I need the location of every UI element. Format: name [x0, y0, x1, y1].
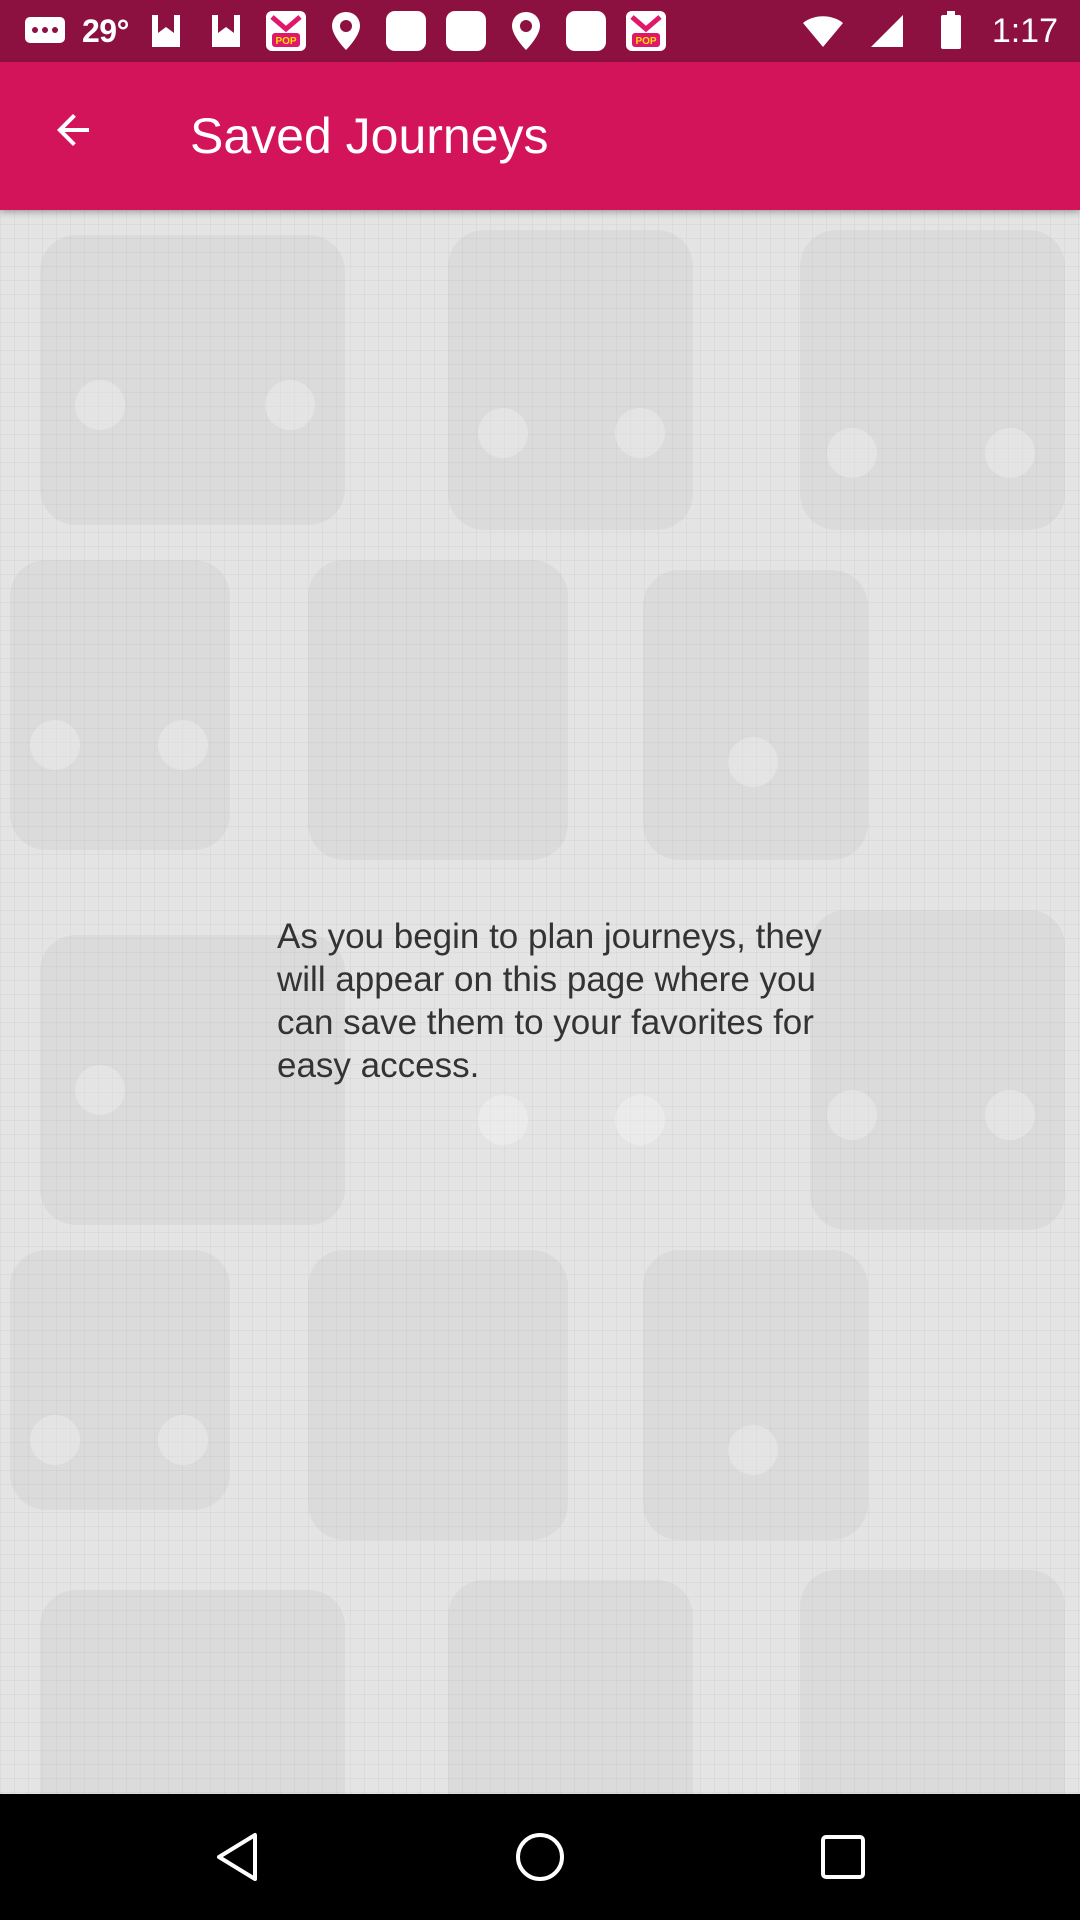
- status-bar: 29° POP POP 1:17: [0, 0, 1080, 62]
- nav-back-button[interactable]: [207, 1827, 267, 1887]
- app-icon: [443, 8, 489, 54]
- nav-home-button[interactable]: [510, 1827, 570, 1887]
- svg-text:POP: POP: [275, 36, 296, 47]
- message-icon: [22, 8, 68, 54]
- back-button[interactable]: [33, 90, 113, 170]
- app-icon: [563, 8, 609, 54]
- back-triangle-icon: [217, 1833, 257, 1881]
- news-icon: [143, 8, 189, 54]
- page-title: Saved Journeys: [190, 108, 549, 164]
- recents-square-icon: [821, 1835, 865, 1879]
- home-circle-icon: [516, 1833, 564, 1881]
- pop-app-icon: POP: [263, 8, 309, 54]
- svg-text:POP: POP: [635, 36, 656, 47]
- empty-state-message: As you begin to plan journeys, they will…: [277, 917, 822, 1085]
- news-icon: [203, 8, 249, 54]
- wifi-icon: [800, 8, 846, 54]
- app-bar: Saved Journeys: [0, 62, 1080, 210]
- system-status: 1:17: [800, 0, 1058, 62]
- app-icon: [383, 8, 429, 54]
- location-icon: [503, 8, 549, 54]
- temperature: 29°: [82, 12, 129, 49]
- location-icon: [323, 8, 369, 54]
- signal-icon: [864, 8, 910, 54]
- battery-icon: [928, 8, 974, 54]
- nav-recents-button[interactable]: [813, 1827, 873, 1887]
- notification-area: 29° POP POP: [22, 0, 669, 62]
- pop-app-icon: POP: [623, 8, 669, 54]
- system-nav-bar: [0, 1794, 1080, 1920]
- saved-journeys-content: As you begin to plan journeys, they will…: [0, 210, 1080, 1794]
- arrow-back-icon: [57, 114, 89, 146]
- clock: 1:17: [991, 11, 1058, 50]
